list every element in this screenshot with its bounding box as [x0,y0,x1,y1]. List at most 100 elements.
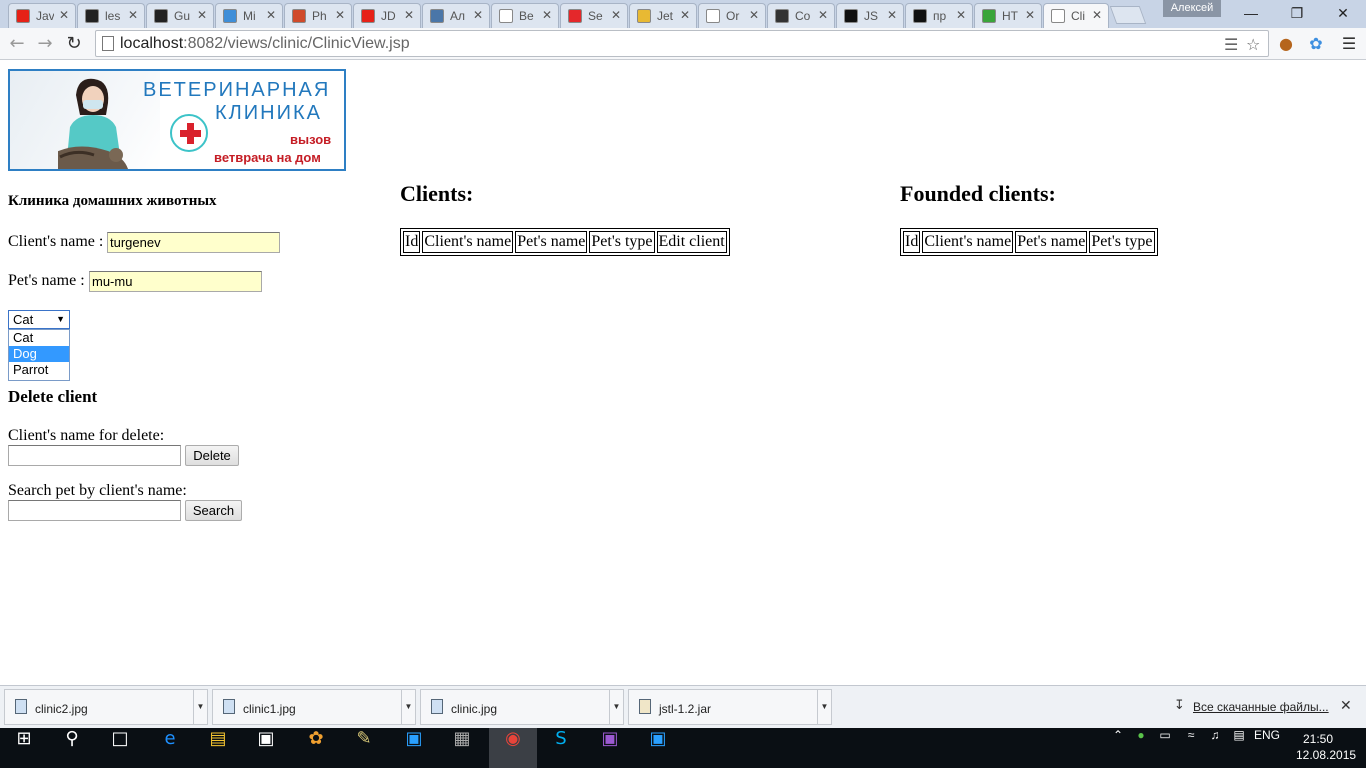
tab-close-icon[interactable]: ✕ [59,8,69,22]
tab-favicon-icon [292,9,306,23]
store-icon[interactable]: ▣ [242,728,290,768]
browser-tab[interactable]: Mi ✕ [215,3,283,28]
volume-icon[interactable]: ♫ [1204,728,1226,768]
shield-icon[interactable]: ● [1130,728,1152,768]
clients-title: Clients: [400,181,474,206]
download-file-name: clinic.jpg [451,702,498,716]
file-explorer-icon[interactable]: ▤ [194,728,242,768]
download-arrow-icon: ↧ [1174,698,1185,713]
browser-tab[interactable]: Gu ✕ [146,3,214,28]
pet-type-option[interactable]: Dog [9,346,69,362]
notifications-icon[interactable]: ▤ [1228,728,1250,768]
clinic-banner-image: ВЕТЕРИНАРНАЯ КЛИНИКА вызов ветврача на д… [8,69,346,171]
download-item[interactable]: clinic.jpg ▼ [420,689,624,725]
tab-favicon-icon [568,9,582,23]
delete-name-input[interactable] [8,445,181,466]
bookmark-star-icon[interactable]: ☆ [1246,35,1260,54]
language-indicator[interactable]: ENG [1252,728,1282,768]
menu-icon[interactable]: ☰ [1338,33,1360,55]
browser-tab[interactable]: Be ✕ [491,3,559,28]
chrome-icon[interactable]: ◉ [489,728,537,768]
intellij-2-icon[interactable]: ▣ [634,728,682,768]
download-item[interactable]: clinic1.jpg ▼ [212,689,416,725]
download-bar: clinic2.jpg ▼ clinic1.jpg ▼ clinic.jpg ▼… [0,685,1366,728]
tab-close-icon[interactable]: ✕ [818,8,828,22]
picasa-icon[interactable]: ✿ [292,728,340,768]
clock[interactable]: 21:50 12.08.2015 [1296,731,1356,763]
save-disk-icon[interactable]: ▣ [586,728,634,768]
translate-icon[interactable]: ☰ [1224,35,1238,54]
intellij-icon[interactable]: ▣ [390,728,438,768]
page-content: ВЕТЕРИНАРНАЯ КЛИНИКА вызов ветврача на д… [0,61,1366,685]
browser-tab[interactable]: Se ✕ [560,3,628,28]
reload-icon[interactable]: ↻ [62,32,86,56]
forward-icon[interactable]: → [33,32,57,56]
show-all-downloads-link[interactable]: Все скачанные файлы... [1193,700,1329,714]
browser-tab[interactable]: Jav ✕ [8,3,76,28]
search-button[interactable]: Search [185,500,242,521]
restore-icon[interactable]: ❐ [1274,0,1320,28]
tab-close-icon[interactable]: ✕ [197,8,207,22]
app-window-icon[interactable]: ▦ [438,728,486,768]
browser-tab[interactable]: НТ ✕ [974,3,1042,28]
browser-tab[interactable]: Jet ✕ [629,3,697,28]
pet-type-select[interactable]: Cat ▼ [8,310,70,329]
tab-close-icon[interactable]: ✕ [1025,8,1035,22]
tab-close-icon[interactable]: ✕ [887,8,897,22]
browser-tab[interactable]: les ✕ [77,3,145,28]
tab-close-icon[interactable]: ✕ [956,8,966,22]
download-menu-arrow-icon[interactable]: ▼ [817,690,831,724]
browser-tab[interactable]: Cli ✕ [1043,3,1109,28]
profile-button[interactable]: Алексей [1163,0,1221,17]
tray-expand-icon[interactable]: ⌃ [1108,728,1128,768]
jar-file-icon [639,699,651,714]
tab-close-icon[interactable]: ✕ [473,8,483,22]
close-download-bar-icon[interactable]: ✕ [1340,698,1352,714]
tab-close-icon[interactable]: ✕ [542,8,552,22]
search-icon[interactable]: ⚲ [48,728,96,768]
tab-favicon-icon [982,9,996,23]
tab-close-icon[interactable]: ✕ [404,8,414,22]
windows-start-icon[interactable]: ⊞ [0,728,48,768]
download-item[interactable]: jstl-1.2.jar ▼ [628,689,832,725]
edge-browser-icon[interactable]: e [146,728,194,768]
browser-tab[interactable]: Ал ✕ [422,3,490,28]
download-item[interactable]: clinic2.jpg ▼ [4,689,208,725]
download-menu-arrow-icon[interactable]: ▼ [193,690,207,724]
minimize-icon[interactable]: — [1228,0,1274,28]
tab-close-icon[interactable]: ✕ [128,8,138,22]
browser-tab[interactable]: JD ✕ [353,3,421,28]
client-name-input[interactable] [107,232,280,253]
tab-close-icon[interactable]: ✕ [266,8,276,22]
new-tab-button[interactable] [1109,6,1147,24]
browser-tab[interactable]: Ph ✕ [284,3,352,28]
back-icon[interactable]: ← [5,32,29,56]
close-window-icon[interactable]: ✕ [1320,0,1366,28]
pet-name-input[interactable] [89,271,262,292]
puzzle-extension-icon[interactable]: ✿ [1305,33,1327,55]
wifi-icon[interactable]: ≈ [1180,728,1202,768]
skype-icon[interactable]: S [537,728,585,768]
power-icon[interactable]: ▭ [1154,728,1176,768]
tab-close-icon[interactable]: ✕ [335,8,345,22]
tab-close-icon[interactable]: ✕ [611,8,621,22]
pet-type-option[interactable]: Parrot [9,362,69,378]
download-menu-arrow-icon[interactable]: ▼ [401,690,415,724]
address-bar[interactable]: localhost:8082/views/clinic/ClinicView.j… [95,30,1269,57]
pet-type-option[interactable]: Cat [9,330,69,346]
browser-tab[interactable]: Co ✕ [767,3,835,28]
browser-tab[interactable]: Or ✕ [698,3,766,28]
browser-tab[interactable]: JS ✕ [836,3,904,28]
browser-tab[interactable]: пр ✕ [905,3,973,28]
download-menu-arrow-icon[interactable]: ▼ [609,690,623,724]
tab-close-icon[interactable]: ✕ [749,8,759,22]
delete-name-label: Client's name for delete: [8,427,165,444]
notepad-icon[interactable]: ✎ [340,728,388,768]
tab-close-icon[interactable]: ✕ [1092,8,1102,22]
delete-button[interactable]: Delete [185,445,239,466]
tab-close-icon[interactable]: ✕ [680,8,690,22]
cookie-extension-icon[interactable]: ● [1275,33,1297,55]
task-view-icon[interactable]: □ [96,728,144,768]
col-header-id: Id [403,231,421,253]
search-input[interactable] [8,500,181,521]
